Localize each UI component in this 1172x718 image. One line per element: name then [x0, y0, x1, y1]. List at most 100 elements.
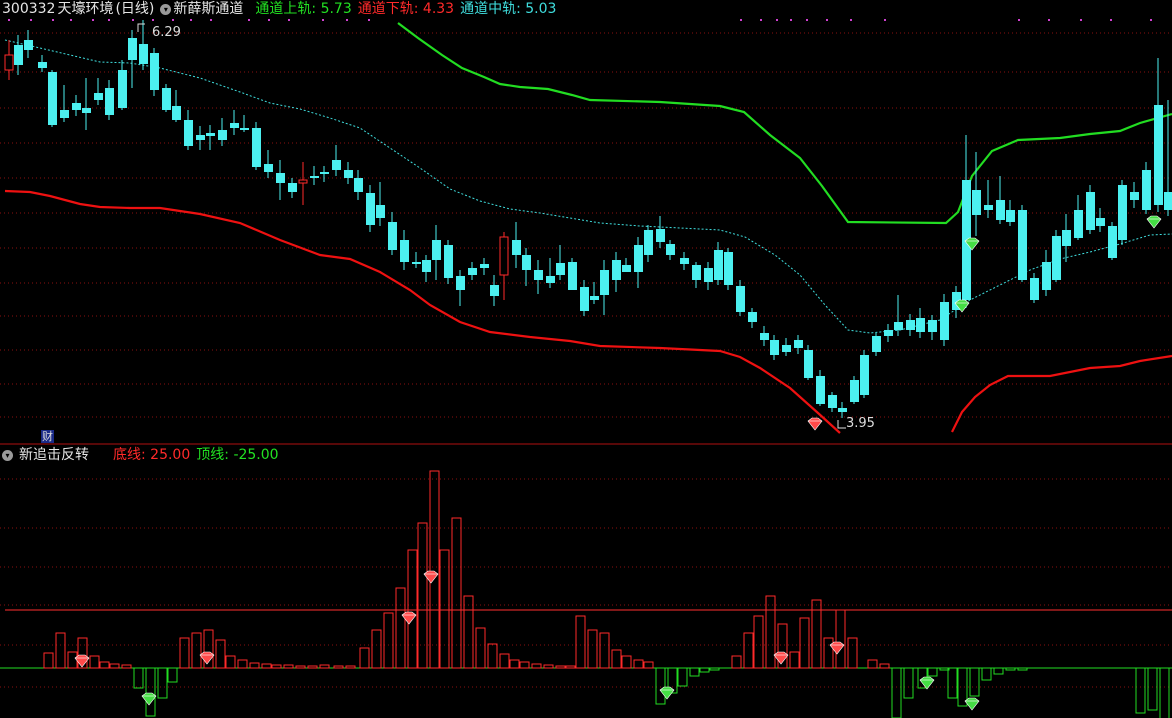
signal-dot — [368, 19, 370, 21]
indicator-bar — [1159, 667, 1170, 718]
green-diamond-icon-shape — [964, 697, 980, 711]
candle-body — [1164, 192, 1172, 210]
signal-dot — [152, 19, 154, 21]
candle — [480, 258, 489, 275]
candle — [38, 55, 47, 72]
candle-body — [1018, 210, 1027, 280]
signal-dot — [826, 19, 828, 21]
signal-dots — [8, 19, 1152, 21]
candle — [736, 280, 745, 316]
candle — [128, 30, 137, 88]
candle — [218, 118, 227, 146]
candle-body — [872, 336, 881, 352]
signal-dot — [190, 19, 192, 21]
candle-body — [1108, 226, 1117, 258]
signal-dot — [52, 19, 54, 21]
indicator-bar — [531, 663, 542, 669]
candle — [1052, 230, 1061, 282]
indicator-bar — [121, 664, 132, 669]
indicator-bar — [407, 549, 418, 669]
candle-body — [556, 263, 565, 275]
indicator-bar — [145, 667, 156, 717]
indicator-bar — [307, 665, 318, 669]
indicator-bar — [753, 615, 764, 669]
candle-body — [1074, 210, 1083, 238]
candle — [1142, 162, 1151, 214]
candle — [344, 162, 353, 184]
indicator-bar — [891, 667, 902, 718]
indicator-bar — [621, 655, 632, 669]
indicator-bar — [789, 651, 800, 669]
indicator-bar — [215, 639, 226, 669]
candle — [388, 212, 397, 255]
indicator-bar — [55, 632, 66, 669]
reversal-indicator-chart[interactable] — [0, 445, 1172, 718]
candle-body — [320, 172, 329, 174]
indicator-bar — [157, 667, 168, 699]
red-diamond-icon — [773, 651, 789, 665]
candle-body — [1130, 192, 1139, 200]
candle — [139, 20, 148, 70]
indicator-bar — [237, 659, 248, 669]
green-diamond-icon-shape — [954, 299, 970, 313]
indicator-bar — [799, 617, 810, 669]
candle-body — [1052, 236, 1061, 280]
candle — [634, 237, 643, 288]
candle — [1108, 222, 1117, 260]
indicator-bar — [543, 664, 554, 669]
candle-body — [38, 62, 47, 68]
candle — [444, 240, 453, 284]
candle — [656, 216, 665, 248]
indicator-bar — [993, 667, 1004, 675]
indicator-bar — [879, 663, 890, 669]
candle — [412, 252, 421, 268]
candle-body — [1118, 185, 1127, 240]
candle-body — [48, 72, 57, 125]
indicator-bar — [519, 661, 530, 669]
candle — [612, 252, 621, 292]
candle-body — [644, 230, 653, 255]
indicator-bar — [345, 665, 356, 669]
candle-body — [230, 123, 239, 128]
candle-body — [388, 222, 397, 250]
candle — [1154, 58, 1163, 212]
candle — [72, 95, 81, 116]
indicator-bar — [261, 663, 272, 669]
main-price-chart[interactable]: 6.29 3.95 — [0, 0, 1172, 445]
indicator-bar — [699, 667, 710, 673]
candle-body — [860, 355, 869, 395]
lower-band-line — [4, 189, 1172, 434]
candle — [48, 70, 57, 127]
candle-body — [480, 264, 489, 268]
indicator-bar — [109, 663, 120, 669]
candle — [782, 338, 791, 356]
indicator-bar — [611, 649, 622, 669]
signal-dot — [172, 19, 174, 21]
candle — [850, 376, 859, 404]
candle-body — [622, 265, 631, 272]
indicator-bar — [1135, 667, 1146, 714]
indicator-bar — [43, 652, 54, 669]
sub-grid — [0, 478, 1172, 688]
indicator-bars — [43, 470, 1170, 718]
candle — [984, 180, 993, 218]
candle — [590, 282, 599, 304]
candle — [680, 252, 689, 270]
candle-body — [344, 170, 353, 178]
signal-dot — [322, 19, 324, 21]
green-diamond-icon-shape — [659, 686, 675, 700]
candle — [546, 258, 555, 288]
candle — [60, 85, 69, 122]
candle-body — [704, 268, 713, 282]
high-price-marker: 6.29 — [137, 23, 181, 40]
candle — [884, 324, 893, 342]
candle — [206, 125, 215, 150]
candle-body — [804, 350, 813, 378]
candle — [940, 294, 949, 346]
candle-body — [884, 330, 893, 336]
candle-body — [928, 320, 937, 332]
candle — [906, 314, 915, 336]
candle — [996, 176, 1005, 224]
indicator-bar — [67, 651, 78, 669]
candle-body — [105, 88, 114, 115]
